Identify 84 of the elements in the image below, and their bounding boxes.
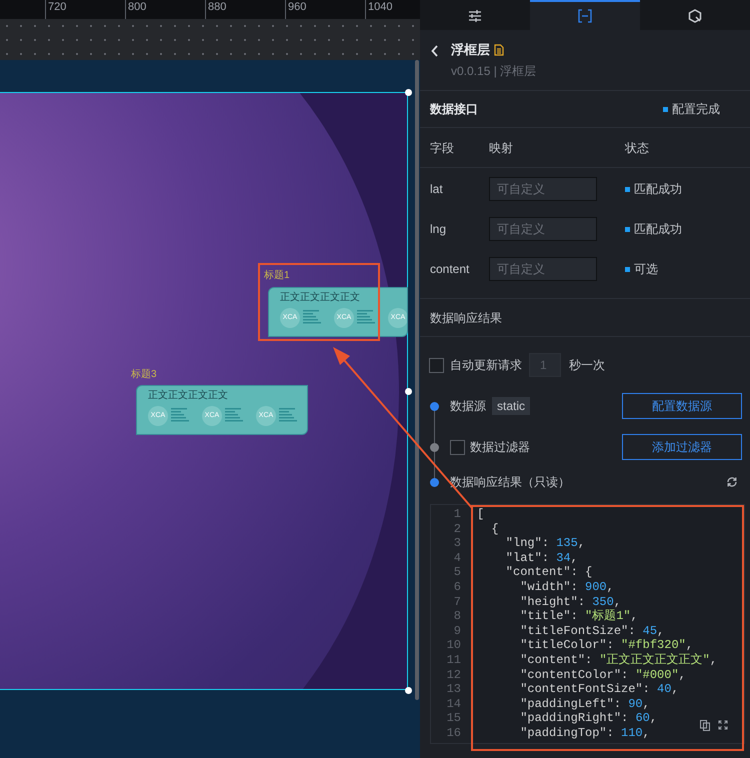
checkbox-label: 自动更新请求 (450, 357, 522, 374)
interval-unit: 秒一次 (569, 357, 605, 374)
code-line: { (490, 522, 499, 536)
field-name: lat (430, 181, 443, 198)
copy-icon[interactable] (700, 720, 710, 731)
code-line: "height": 350, (519, 594, 622, 609)
bar-lines-icon (279, 408, 297, 424)
hexagon-icon (688, 9, 702, 23)
line-number: 4 (454, 550, 461, 566)
popup-content: 正文正文正文正文 (280, 292, 361, 304)
section-title: 数据接口 (430, 101, 478, 118)
bar-lines-icon (225, 408, 243, 424)
resize-handle[interactable] (405, 388, 412, 395)
field-name: lng (430, 221, 446, 238)
expand-icon[interactable] (718, 720, 728, 730)
code-line: "titleFontSize": 45, (519, 624, 664, 638)
bar-lines-icon (303, 310, 321, 326)
config-button[interactable]: 配置数据源 (622, 393, 742, 419)
document-icon[interactable] (494, 44, 504, 56)
section-title: 数据响应结果 (430, 310, 502, 326)
step-label: 数据源 (450, 398, 486, 415)
line-number: 12 (446, 668, 461, 682)
ruler-label: 800 (128, 2, 146, 13)
checkbox[interactable] (450, 440, 465, 454)
line-number: 16 (446, 726, 461, 740)
step-label: 数据过滤器 (470, 439, 530, 456)
status-text: 匹配成功 (634, 221, 682, 238)
ruler-label: 880 (208, 2, 226, 13)
status-text: 可选 (634, 261, 658, 278)
ruler-label: 720 (48, 2, 66, 13)
checkbox[interactable] (429, 358, 444, 372)
tab[interactable] (530, 0, 640, 30)
code-line: "width": 900, (519, 580, 614, 595)
bar-lines-icon (357, 310, 375, 326)
line-number: 9 (454, 624, 461, 638)
column-header: 字段 (430, 140, 454, 156)
source-tag: static (492, 397, 530, 415)
refresh-icon[interactable] (726, 476, 738, 488)
line-number: 13 (446, 682, 461, 697)
line-number: 2 (454, 522, 461, 536)
code-line: "paddingRight": 60, (519, 711, 658, 726)
brackets-icon (578, 9, 592, 23)
version-text: v0.0.15 | 浮框层 (451, 64, 536, 78)
resize-handle[interactable] (405, 89, 412, 96)
code-line: [ (477, 507, 484, 522)
mapping-input[interactable]: 可自定义 (489, 177, 597, 201)
line-number: 8 (454, 609, 461, 624)
popup-content: 正文正文正文正文 (148, 390, 229, 402)
popup-title: 标题1 (264, 271, 290, 281)
popup-title: 标题3 (131, 370, 157, 380)
mapping-input[interactable]: 可自定义 (489, 257, 597, 281)
field-name: content (430, 261, 470, 278)
sliders-icon (468, 9, 482, 23)
code-line: "contentFontSize": 40, (519, 682, 679, 697)
ruler-label: 960 (288, 2, 306, 13)
line-number: 10 (446, 638, 461, 653)
component-title: 浮框层 (451, 42, 490, 58)
line-number: 7 (454, 594, 461, 610)
column-header: 状态 (625, 140, 649, 156)
status-text: 配置完成 (672, 101, 720, 118)
line-number: 3 (454, 536, 461, 551)
code-line: "title": "标题1", (519, 609, 638, 624)
line-number: 1 (454, 507, 461, 522)
line-number: 6 (454, 580, 461, 595)
line-number: 5 (454, 565, 461, 580)
config-button[interactable]: 添加过滤器 (622, 434, 742, 460)
ruler-label: 1040 (368, 2, 392, 13)
mapping-input[interactable]: 可自定义 (489, 217, 597, 241)
code-line: "lng": 135, (504, 536, 586, 551)
line-number: 15 (446, 711, 461, 726)
code-line: "content": "正文正文正文正文", (519, 652, 718, 668)
column-header: 映射 (489, 140, 513, 156)
line-number: 14 (446, 696, 461, 712)
code-line: "contentColor": "#000", (519, 668, 686, 682)
code-line: "paddingTop": 110, (519, 726, 650, 740)
status-text: 匹配成功 (634, 181, 682, 198)
code-line: "titleColor": "#fbf320", (519, 638, 694, 653)
bar-lines-icon (171, 408, 189, 424)
resize-handle[interactable] (405, 687, 412, 694)
code-line: "paddingLeft": 90, (519, 696, 650, 712)
scrollbar[interactable] (415, 60, 419, 700)
code-line: "lat": 34, (504, 550, 578, 566)
line-number: 11 (446, 652, 461, 668)
code-line: "content": { (504, 565, 592, 580)
